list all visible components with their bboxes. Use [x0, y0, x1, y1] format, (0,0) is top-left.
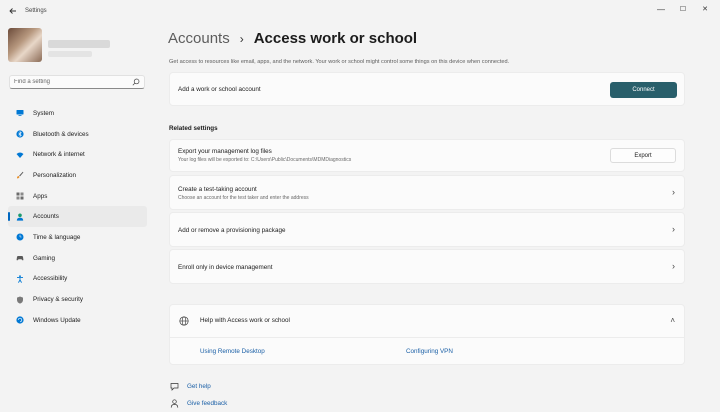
provisioning-title: Add or remove a provisioning package [178, 227, 286, 234]
vpn-link[interactable]: Configuring VPN [406, 348, 453, 355]
page-description: Get access to resources like email, apps… [169, 59, 510, 65]
sidebar-item-personalization[interactable]: Personalization [8, 165, 147, 186]
gamepad-icon [16, 256, 24, 261]
profile-name-redacted [48, 40, 110, 48]
export-button[interactable]: Export [610, 148, 676, 163]
give-feedback-link[interactable]: Give feedback [170, 399, 227, 408]
accessibility-icon [17, 275, 23, 283]
sidebar-item-label: Time & language [33, 233, 81, 241]
update-icon [16, 316, 24, 324]
minimize-button[interactable]: — [650, 3, 672, 17]
monitor-icon [16, 110, 24, 117]
sidebar-item-time-language[interactable]: Time & language [8, 227, 147, 248]
sidebar-item-label: Accessibility [33, 275, 68, 283]
close-button[interactable]: ✕ [694, 3, 716, 17]
sidebar-item-windows-update[interactable]: Windows Update [8, 310, 147, 331]
chevron-right-icon: › [672, 224, 675, 234]
sidebar-item-label: Network & internet [33, 151, 85, 159]
sidebar-item-label: Personalization [33, 171, 77, 179]
help-header[interactable]: Help with Access work or school ˄ [170, 305, 684, 338]
maximize-button[interactable]: ☐ [672, 3, 694, 17]
chevron-up-icon[interactable]: ˄ [670, 316, 675, 325]
feedback-icon [170, 399, 179, 408]
test-account-title: Create a test-taking account [178, 186, 257, 193]
back-arrow-icon[interactable] [8, 6, 18, 16]
search-box[interactable] [9, 75, 145, 89]
window-title: Settings [25, 8, 47, 14]
help-card: Help with Access work or school ˄ Using … [169, 304, 685, 365]
sidebar-item-gaming[interactable]: Gaming [8, 248, 147, 269]
provisioning-card[interactable]: Add or remove a provisioning package › [169, 212, 685, 247]
profile-email-redacted [48, 51, 92, 57]
breadcrumb-separator: › [239, 31, 244, 46]
add-account-card: Add a work or school account Connect [169, 72, 685, 106]
sidebar-item-label: System [33, 109, 54, 117]
title-bar: Settings — ☐ ✕ [0, 0, 720, 22]
sidebar-item-accounts[interactable]: Accounts [8, 206, 147, 228]
test-account-subtitle: Choose an account for the test taker and… [178, 195, 309, 201]
globe-icon [179, 316, 189, 326]
sidebar-item-bluetooth[interactable]: Bluetooth & devices [8, 124, 147, 145]
related-settings-heading: Related settings [169, 125, 218, 132]
sidebar-item-label: Apps [33, 192, 48, 200]
wifi-icon [16, 152, 24, 158]
chevron-right-icon: › [672, 261, 675, 271]
breadcrumb-parent[interactable]: Accounts [168, 30, 230, 47]
sidebar-item-label: Accounts [33, 213, 59, 221]
get-help-link[interactable]: Get help [170, 382, 211, 391]
remote-desktop-link[interactable]: Using Remote Desktop [200, 348, 265, 355]
add-account-label: Add a work or school account [178, 86, 261, 93]
sidebar-item-label: Privacy & security [33, 296, 84, 304]
sidebar-item-accessibility[interactable]: Accessibility [8, 269, 147, 290]
export-logs-title: Export your management log files [178, 148, 272, 155]
apps-icon [16, 192, 24, 200]
sidebar-item-label: Gaming [33, 254, 56, 262]
help-title: Help with Access work or school [200, 317, 290, 324]
brush-icon [16, 172, 24, 179]
enroll-card[interactable]: Enroll only in device management › [169, 249, 685, 284]
sidebar-item-apps[interactable]: Apps [8, 186, 147, 207]
enroll-title: Enroll only in device management [178, 264, 273, 271]
search-icon[interactable] [132, 78, 140, 86]
test-account-card[interactable]: Create a test-taking account Choose an a… [169, 175, 685, 210]
sidebar-nav: System Bluetooth & devices Network & int… [8, 103, 147, 331]
page-title: Access work or school [253, 30, 418, 47]
breadcrumb: Accounts › Access work or school [168, 30, 417, 47]
export-logs-subtitle: Your log files will be exported to: C:\U… [178, 157, 352, 163]
sidebar-item-system[interactable]: System [8, 103, 147, 124]
sidebar-item-privacy-security[interactable]: Privacy & security [8, 289, 147, 310]
export-logs-card: Export your management log files Your lo… [169, 139, 685, 172]
connect-button[interactable]: Connect [610, 82, 677, 98]
sidebar-item-network[interactable]: Network & internet [8, 144, 147, 165]
chevron-right-icon: › [672, 187, 675, 197]
shield-icon [17, 296, 23, 304]
sidebar-item-label: Windows Update [33, 316, 81, 324]
search-input[interactable] [10, 76, 120, 88]
avatar[interactable] [8, 28, 42, 62]
help-bubble-icon [170, 383, 179, 391]
sidebar-item-label: Bluetooth & devices [33, 130, 89, 138]
bluetooth-icon [16, 130, 24, 138]
person-icon [16, 213, 24, 221]
globe-clock-icon [16, 233, 24, 241]
